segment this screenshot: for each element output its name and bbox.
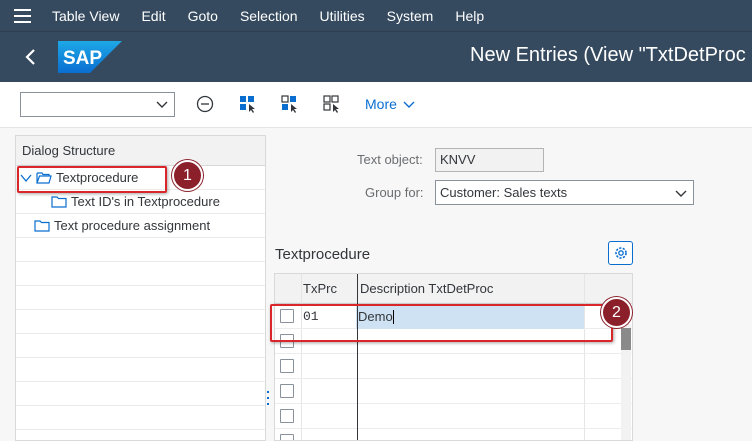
menu-system[interactable]: System	[387, 8, 434, 24]
tree-item-label: Text ID's in Textprocedure	[71, 194, 220, 209]
callout-badge-2: 2	[601, 297, 632, 328]
tree-empty-row	[16, 310, 265, 334]
menu-goto[interactable]: Goto	[188, 8, 218, 24]
column-header-description[interactable]: Description TxtDetProc	[360, 274, 493, 304]
group-for-value: Customer: Sales texts	[440, 185, 568, 200]
dialog-structure-header: Dialog Structure	[16, 136, 265, 166]
collapse-icon[interactable]	[195, 94, 215, 114]
table-header: TxPrc Description TxtDetProc	[275, 274, 632, 304]
menu-utilities[interactable]: Utilities	[320, 8, 365, 24]
more-label: More	[365, 96, 397, 112]
folder-icon	[34, 220, 50, 232]
deselect-all-icon[interactable]	[280, 94, 300, 114]
txprc-cell[interactable]	[301, 429, 356, 440]
tree-empty-row	[16, 382, 265, 406]
column-divider	[357, 274, 358, 440]
menu-icon[interactable]	[0, 0, 44, 31]
tree-empty-row	[16, 358, 265, 382]
tree-item-assignment[interactable]: Text procedure assignment	[16, 214, 265, 238]
chevron-left-icon	[25, 49, 35, 65]
tree-empty-row	[16, 262, 265, 286]
callout-badge-1: 1	[172, 160, 203, 191]
table-row[interactable]	[275, 404, 632, 429]
group-for-label: Group for:	[365, 185, 424, 200]
tree-item-label: Text procedure assignment	[54, 218, 211, 233]
menu-bar: Table View Edit Goto Selection Utilities…	[0, 0, 752, 31]
splitter-grip-icon[interactable]	[266, 391, 269, 405]
tree-empty-row	[16, 430, 265, 440]
sap-logo-text: SAP	[63, 48, 102, 69]
scrollbar-thumb[interactable]	[621, 328, 631, 350]
select-block-icon[interactable]	[322, 94, 342, 114]
text-object-label: Text object:	[357, 152, 423, 167]
txprc-cell[interactable]	[301, 379, 356, 404]
row-select-checkbox[interactable]	[280, 434, 294, 440]
table-row[interactable]	[275, 379, 632, 404]
sap-logo: SAP	[58, 41, 122, 73]
chevron-down-icon	[675, 190, 687, 197]
callout-box-2	[270, 304, 613, 342]
back-button[interactable]	[18, 44, 44, 70]
more-button[interactable]: More	[365, 96, 415, 112]
group-for-select[interactable]: Customer: Sales texts	[435, 180, 694, 205]
toolbar: More	[0, 82, 752, 128]
chevron-down-icon	[403, 101, 415, 108]
section-title: Textprocedure	[275, 246, 371, 263]
row-select-checkbox[interactable]	[280, 409, 294, 423]
folder-icon	[51, 196, 67, 208]
title-bar: SAP New Entries (View "TxtDetProc	[0, 31, 752, 82]
tree-item-text-ids[interactable]: Text ID's in Textprocedure	[16, 190, 265, 214]
row-select-checkbox[interactable]	[280, 384, 294, 398]
menu-table-view[interactable]: Table View	[52, 8, 119, 24]
gear-icon	[614, 247, 627, 259]
page-title: New Entries (View "TxtDetProc	[470, 44, 746, 66]
column-header-txprc[interactable]: TxPrc	[303, 274, 337, 304]
txprc-cell[interactable]	[301, 404, 356, 429]
menu-help[interactable]: Help	[455, 8, 484, 24]
description-cell[interactable]	[356, 404, 584, 429]
tree-empty-row	[16, 286, 265, 310]
description-cell[interactable]	[356, 354, 584, 379]
select-all-icon[interactable]	[238, 94, 258, 114]
callout-box-1	[17, 166, 167, 193]
description-cell[interactable]	[356, 379, 584, 404]
detail-pane: Text object: KNVV Group for: Customer: S…	[272, 128, 752, 441]
tree-empty-row	[16, 334, 265, 358]
row-select-checkbox[interactable]	[280, 359, 294, 373]
tree-empty-row	[16, 238, 265, 262]
table-row[interactable]	[275, 354, 632, 379]
command-field[interactable]	[20, 92, 175, 117]
txprc-cell[interactable]	[301, 354, 356, 379]
text-object-field: KNVV	[435, 148, 544, 172]
table-settings-button[interactable]	[608, 241, 633, 265]
description-cell[interactable]	[356, 429, 584, 440]
tree-empty-row	[16, 406, 265, 430]
chevron-down-icon	[156, 101, 168, 108]
menu-edit[interactable]: Edit	[141, 8, 165, 24]
menu-selection[interactable]: Selection	[240, 8, 298, 24]
table-row[interactable]	[275, 429, 632, 440]
textprocedure-table: TxPrc Description TxtDetProc 01 Demo	[274, 273, 633, 441]
